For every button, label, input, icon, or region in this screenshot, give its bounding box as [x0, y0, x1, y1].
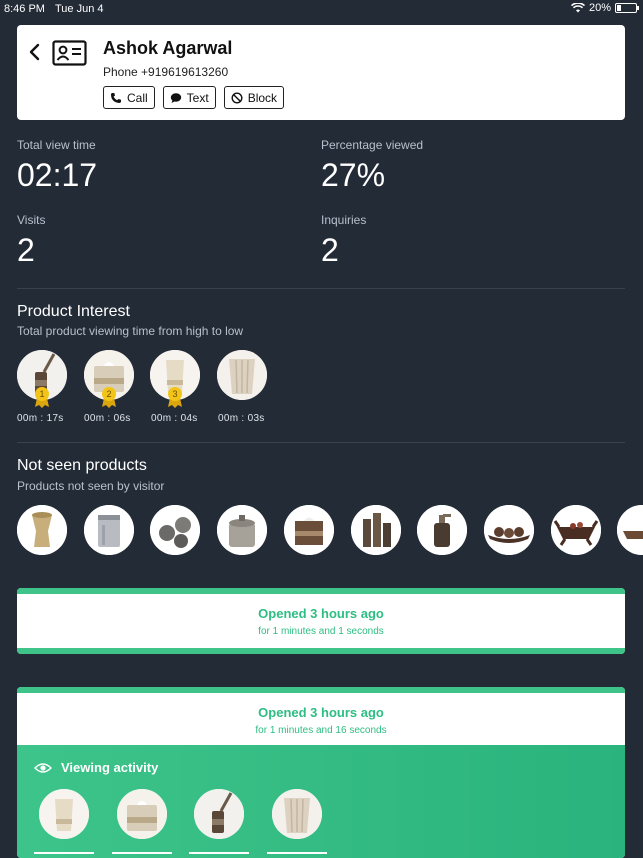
viewing-activity-panel: Viewing activity	[17, 745, 625, 858]
total-view-time-label: Total view time	[17, 138, 96, 152]
toilet-brush-holder-image	[194, 789, 244, 839]
product-time: 00m : 04s	[151, 413, 198, 424]
waste-bin-image	[217, 350, 267, 400]
not-seen-thumb[interactable]	[84, 505, 134, 555]
total-view-time-value: 02:17	[17, 157, 98, 193]
not-seen-thumb[interactable]	[150, 505, 200, 555]
contact-card: Ashok Agarwal Phone +919619613260 Call T…	[17, 25, 625, 120]
activity-progress-line	[34, 852, 94, 854]
contact-name: Ashok Agarwal	[103, 38, 233, 58]
decor-balls-image	[150, 505, 200, 555]
divider	[17, 288, 625, 289]
session-subtitle: for 1 minutes and 1 seconds	[258, 626, 384, 637]
waste-bin-image	[272, 789, 322, 839]
battery-icon	[615, 3, 639, 13]
not-seen-thumb[interactable]	[617, 505, 643, 555]
percentage-viewed-value: 27%	[321, 157, 386, 193]
product-interest-title: Product Interest	[17, 303, 130, 320]
percentage-viewed-label: Percentage viewed	[321, 138, 424, 152]
not-seen-thumb[interactable]	[484, 505, 534, 555]
vase-set-image	[351, 505, 401, 555]
block-button[interactable]: Block	[223, 86, 285, 109]
product-time: 00m : 17s	[17, 413, 64, 424]
activity-thumb[interactable]	[117, 789, 167, 839]
not-seen-thumb[interactable]	[551, 505, 601, 555]
block-label: Block	[247, 90, 278, 105]
session-title: Opened 3 hours ago	[258, 705, 384, 720]
not-seen-title: Not seen products	[17, 457, 147, 474]
tumbler-image	[39, 789, 89, 839]
not-seen-thumb[interactable]	[284, 505, 334, 555]
block-icon	[231, 91, 243, 104]
rank-medal-icon: 3	[168, 387, 182, 408]
decor-bowl-image	[551, 505, 601, 555]
bronze-box-image	[284, 505, 334, 555]
product-time: 00m : 06s	[84, 413, 131, 424]
partial-product-image	[617, 505, 643, 555]
session-title: Opened 3 hours ago	[258, 606, 384, 621]
session-card[interactable]: Opened 3 hours ago for 1 minutes and 16 …	[17, 687, 625, 858]
contact-actions: Call Text Block	[103, 86, 285, 109]
viewing-activity-label: Viewing activity	[61, 760, 159, 775]
activity-thumb[interactable]	[194, 789, 244, 839]
not-seen-thumb[interactable]	[417, 505, 467, 555]
product-time: 00m : 03s	[218, 413, 265, 424]
status-time: 8:46 PM	[4, 3, 45, 15]
activity-progress-line	[112, 852, 172, 854]
session-top-bar	[17, 588, 625, 594]
status-right: 20%	[570, 2, 639, 14]
contact-phone: Phone +919619613260	[103, 65, 229, 79]
session-card[interactable]: Opened 3 hours ago for 1 minutes and 1 s…	[17, 588, 625, 654]
rank-number: 1	[39, 389, 44, 399]
session-subtitle: for 1 minutes and 16 seconds	[255, 725, 387, 736]
text-label: Text	[186, 90, 209, 105]
visits-value: 2	[17, 232, 35, 268]
product-interest-subtitle: Total product viewing time from high to …	[17, 324, 244, 338]
eye-icon	[34, 763, 52, 773]
status-bar: 8:46 PM Tue Jun 4 20%	[0, 0, 643, 18]
wifi-icon	[570, 3, 585, 13]
activity-progress-line	[189, 852, 249, 854]
soap-dispenser-image	[417, 505, 467, 555]
phone-icon	[111, 92, 121, 103]
canister-image	[217, 505, 267, 555]
call-button[interactable]: Call	[103, 86, 155, 109]
rank-number: 3	[172, 389, 177, 399]
not-seen-thumb[interactable]	[217, 505, 267, 555]
inquiries-value: 2	[321, 232, 339, 268]
rank-medal-icon: 1	[35, 387, 49, 408]
not-seen-thumb[interactable]	[17, 505, 67, 555]
product-thumb-4[interactable]	[217, 350, 267, 400]
call-label: Call	[127, 90, 148, 105]
tissue-box-image	[117, 789, 167, 839]
inquiries-label: Inquiries	[321, 213, 367, 227]
visits-label: Visits	[17, 213, 46, 227]
activity-thumb[interactable]	[39, 789, 89, 839]
not-seen-subtitle: Products not seen by visitor	[17, 479, 165, 493]
session-top-bar	[17, 687, 625, 693]
gold-tumbler-image	[17, 505, 67, 555]
text-button[interactable]: Text	[162, 86, 216, 109]
contact-card-icon	[52, 40, 87, 66]
rank-number: 2	[106, 389, 111, 399]
chat-bubble-icon	[170, 92, 181, 103]
orb-tray-image	[484, 505, 534, 555]
status-date: Tue Jun 4	[55, 3, 104, 15]
silver-bin-image	[84, 505, 134, 555]
rank-medal-icon: 2	[102, 387, 116, 408]
not-seen-thumb[interactable]	[351, 505, 401, 555]
activity-thumb[interactable]	[272, 789, 322, 839]
session-bottom-bar	[17, 648, 625, 654]
back-chevron-icon[interactable]	[27, 41, 43, 63]
divider	[17, 442, 625, 443]
battery-percent: 20%	[588, 2, 611, 14]
activity-progress-line	[267, 852, 327, 854]
